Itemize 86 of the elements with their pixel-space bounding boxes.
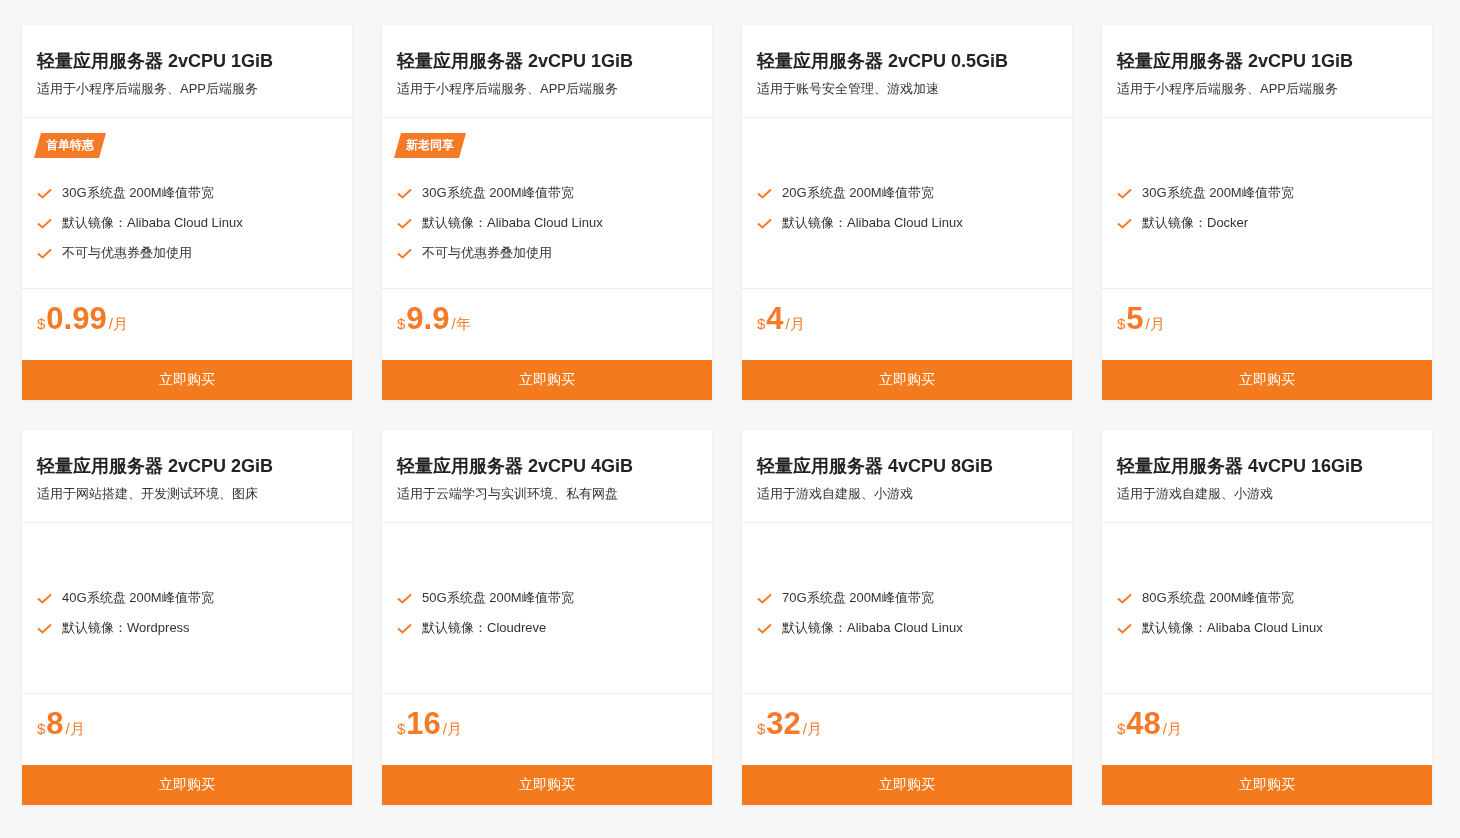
currency-symbol: $ [1117,315,1126,332]
check-icon [397,217,412,229]
price-amount: 16 [406,706,441,742]
price-unit: /月 [1162,720,1182,739]
check-icon [1117,592,1132,604]
product-description: 适用于游戏自建服、小游戏 [757,485,914,503]
currency-symbol: $ [757,315,766,332]
product-title: 轻量应用服务器 2vCPU 1GiB [1117,50,1355,73]
feature-text: 20G系统盘 200M峰值带宽 [782,184,934,202]
buy-now-button[interactable]: 立即购买 [1102,765,1432,805]
buy-now-button[interactable]: 立即购买 [22,765,352,805]
price-amount: 48 [1126,706,1161,742]
product-description: 适用于网站搭建、开发测试环境、图床 [37,485,259,503]
product-title: 轻量应用服务器 2vCPU 1GiB [37,50,275,73]
product-title: 轻量应用服务器 2vCPU 4GiB [397,455,635,478]
feature-text: 不可与优惠券叠加使用 [422,244,552,262]
check-icon [397,622,412,634]
product-title: 轻量应用服务器 2vCPU 2GiB [37,455,275,478]
price-amount: 5 [1126,301,1144,337]
check-icon [37,622,52,634]
check-icon [1117,187,1132,199]
product-description: 适用于游戏自建服、小游戏 [1117,485,1274,503]
check-icon [1117,217,1132,229]
check-icon [397,592,412,604]
price-unit: /月 [108,315,128,334]
check-icon [37,217,52,229]
buy-now-button[interactable]: 立即购买 [742,765,1072,805]
currency-symbol: $ [37,315,46,332]
buy-now-button[interactable]: 立即购买 [742,360,1072,400]
price-unit: /月 [785,315,805,334]
feature-text: 80G系统盘 200M峰值带宽 [1142,589,1294,607]
check-icon [37,187,52,199]
price-unit: /年 [451,315,471,334]
check-icon [397,247,412,259]
check-icon [757,187,772,199]
price-unit: /月 [442,720,462,739]
product-title: 轻量应用服务器 4vCPU 8GiB [757,455,995,478]
product-description: 适用于云端学习与实训环境、私有网盘 [397,485,619,503]
feature-text: 50G系统盘 200M峰值带宽 [422,589,574,607]
check-icon [37,247,52,259]
feature-text: 默认镜像：Alibaba Cloud Linux [422,214,603,232]
buy-now-button[interactable]: 立即购买 [22,360,352,400]
feature-text: 默认镜像：Alibaba Cloud Linux [62,214,243,232]
check-icon [37,592,52,604]
feature-text: 不可与优惠券叠加使用 [62,244,192,262]
feature-text: 40G系统盘 200M峰值带宽 [62,589,214,607]
currency-symbol: $ [397,315,406,332]
product-description: 适用于小程序后端服务、APP后端服务 [37,80,259,98]
price-amount: 9.9 [406,301,450,337]
feature-text: 默认镜像：Cloudreve [422,619,547,637]
product-description: 适用于账号安全管理、游戏加速 [757,80,940,98]
check-icon [757,217,772,229]
price-amount: 4 [766,301,784,337]
price-amount: 8 [46,706,64,742]
check-icon [1117,622,1132,634]
promo-tag: 首单特惠 [34,133,106,158]
product-title: 轻量应用服务器 2vCPU 0.5GiB [757,50,1010,73]
buy-now-button[interactable]: 立即购买 [1102,360,1432,400]
currency-symbol: $ [1117,720,1126,737]
buy-now-button[interactable]: 立即购买 [382,765,712,805]
price-amount: 0.99 [46,301,107,337]
product-description: 适用于小程序后端服务、APP后端服务 [397,80,619,98]
feature-text: 默认镜像：Alibaba Cloud Linux [782,214,963,232]
feature-text: 30G系统盘 200M峰值带宽 [1142,184,1294,202]
feature-text: 70G系统盘 200M峰值带宽 [782,589,934,607]
price-amount: 32 [766,706,801,742]
product-title: 轻量应用服务器 2vCPU 1GiB [397,50,635,73]
check-icon [397,187,412,199]
currency-symbol: $ [757,720,766,737]
feature-text: 默认镜像：Docker [1142,214,1249,232]
promo-tag: 新老同享 [394,133,466,158]
check-icon [757,622,772,634]
currency-symbol: $ [37,720,46,737]
feature-text: 默认镜像：Alibaba Cloud Linux [782,619,963,637]
price-unit: /月 [65,720,85,739]
feature-text: 30G系统盘 200M峰值带宽 [62,184,214,202]
price-unit: /月 [1145,315,1165,334]
check-icon [757,592,772,604]
price-unit: /月 [802,720,822,739]
feature-text: 默认镜像：Wordpress [62,619,190,637]
product-description: 适用于小程序后端服务、APP后端服务 [1117,80,1339,98]
feature-text: 30G系统盘 200M峰值带宽 [422,184,574,202]
feature-text: 默认镜像：Alibaba Cloud Linux [1142,619,1323,637]
product-title: 轻量应用服务器 4vCPU 16GiB [1117,455,1365,478]
buy-now-button[interactable]: 立即购买 [382,360,712,400]
currency-symbol: $ [397,720,406,737]
